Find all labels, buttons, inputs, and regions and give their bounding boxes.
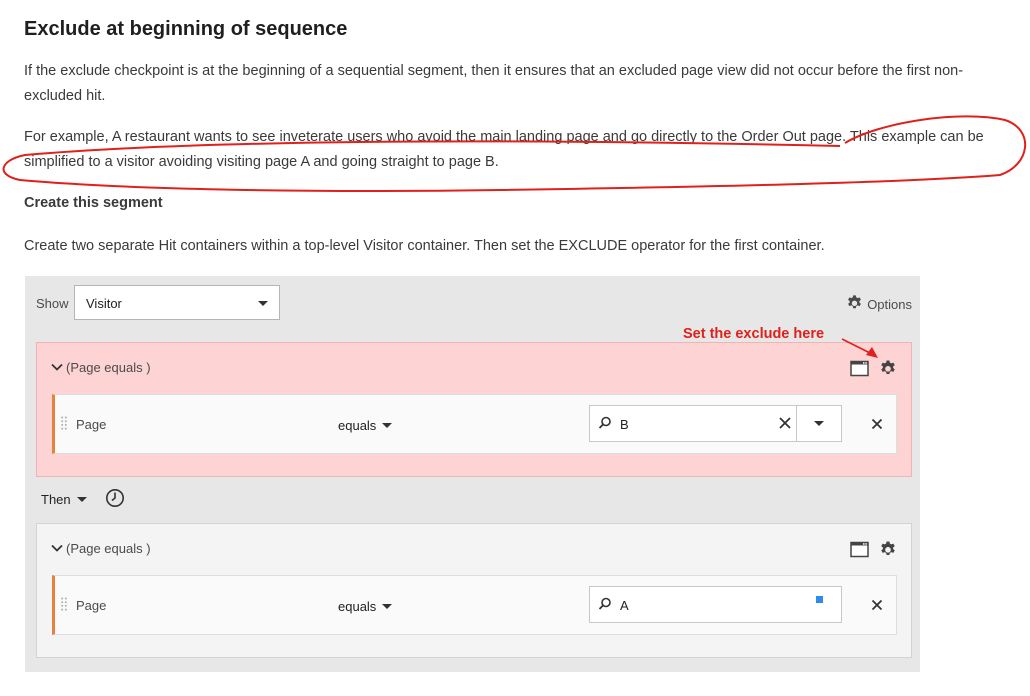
caret-down-icon (382, 604, 393, 609)
annotation-label: Set the exclude here (683, 326, 825, 342)
operator-label: equals (338, 418, 377, 433)
paragraph-instructions: Create two separate Hit containers withi… (24, 238, 825, 254)
chevron-down-icon (51, 360, 63, 375)
options-button[interactable]: Options (845, 293, 912, 315)
close-icon[interactable] (870, 417, 884, 436)
grip-icon[interactable] (61, 416, 67, 435)
then-operator[interactable]: Then (41, 488, 125, 511)
rule-row: Page equals B (52, 394, 897, 454)
grip-icon[interactable] (61, 597, 67, 616)
clear-icon[interactable] (776, 414, 794, 437)
close-icon[interactable] (870, 598, 884, 617)
window-icon[interactable] (850, 360, 869, 382)
container-icons (850, 358, 898, 383)
value-input[interactable]: A (589, 586, 842, 623)
gear-icon[interactable] (878, 358, 898, 383)
show-select-value: Visitor (86, 296, 122, 311)
gear-icon (845, 293, 864, 315)
container-icons (850, 539, 898, 564)
search-icon (598, 597, 612, 616)
value-dropdown-button[interactable] (796, 406, 841, 441)
hit-container-excluded: (Page equals ) Page equals B (36, 342, 912, 477)
section-subheading: Create this segment (24, 195, 163, 211)
caret-down-icon (814, 421, 824, 426)
container-summary: (Page equals ) (66, 541, 151, 556)
rule-dimension: Page (76, 598, 107, 613)
rule-row: Page equals A (52, 575, 897, 635)
value-input[interactable]: B (589, 405, 842, 442)
container-header[interactable]: (Page equals ) (51, 360, 151, 375)
container-header[interactable]: (Page equals ) (51, 541, 151, 556)
then-label: Then (41, 492, 71, 507)
container-summary: (Page equals ) (66, 360, 151, 375)
caret-down-icon (76, 497, 87, 502)
paragraph-intro: If the exclude checkpoint is at the begi… (24, 63, 964, 104)
value-text: A (620, 598, 629, 613)
operator-dropdown[interactable]: equals (338, 599, 393, 614)
search-icon (598, 416, 612, 435)
page-heading: Exclude at beginning of sequence (24, 18, 348, 40)
paragraph-example: For example, A restaurant wants to see i… (24, 129, 984, 170)
window-icon[interactable] (850, 541, 869, 563)
gear-icon[interactable] (878, 539, 898, 564)
cursor-marker (816, 596, 823, 603)
value-text: B (620, 417, 629, 432)
show-label: Show (36, 296, 69, 311)
hit-container: (Page equals ) Page equals A (36, 523, 912, 658)
show-select[interactable]: Visitor (74, 285, 280, 320)
operator-label: equals (338, 599, 377, 614)
caret-down-icon (382, 423, 393, 428)
rule-dimension: Page (76, 417, 107, 432)
options-label: Options (867, 296, 912, 312)
operator-dropdown[interactable]: equals (338, 418, 393, 433)
caret-down-icon (258, 301, 268, 306)
clock-icon[interactable] (105, 488, 125, 511)
chevron-down-icon (51, 541, 63, 556)
